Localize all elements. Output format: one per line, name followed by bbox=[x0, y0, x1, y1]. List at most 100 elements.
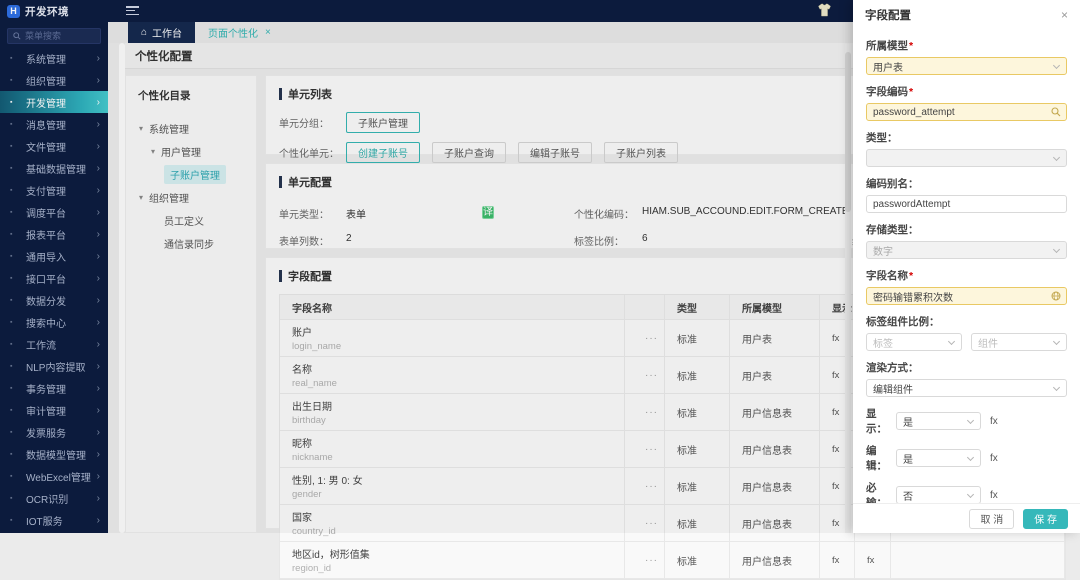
personalization-directory-panel: 个性化目录 ▾系统管理 ▾用户管理 子账户管理 ▾组织管理 员工定义 通信录同步 bbox=[125, 75, 257, 533]
tree-panel-title: 个性化目录 bbox=[126, 76, 256, 103]
edit-fx-link[interactable]: fx bbox=[990, 453, 998, 464]
field-code-input[interactable] bbox=[866, 103, 1067, 121]
sidebar-item-16[interactable]: ▪审计管理› bbox=[0, 399, 108, 421]
tree-node-contacts-sync[interactable]: 通信录同步 bbox=[126, 232, 256, 255]
unit-group-button[interactable]: 子账户管理 bbox=[346, 112, 420, 133]
tree-expand-icon[interactable]: ▾ bbox=[148, 147, 158, 156]
label-ratio-select[interactable]: 标签 bbox=[866, 333, 962, 351]
logo-icon: H bbox=[7, 5, 20, 18]
model-select[interactable]: 用户表 bbox=[866, 57, 1067, 75]
form-columns-value: 2 bbox=[346, 233, 352, 244]
theme-shirt-icon[interactable] bbox=[817, 3, 832, 17]
unit-button-edit-subaccount[interactable]: 编辑子账号 bbox=[518, 142, 592, 163]
sidebar-item-12[interactable]: ▪搜索中心› bbox=[0, 311, 108, 333]
lookup-search-icon[interactable] bbox=[1051, 107, 1061, 117]
tree-node-employee-def[interactable]: 员工定义 bbox=[126, 209, 256, 232]
field-code-label: 字段编码 bbox=[866, 86, 908, 98]
sidebar-item-17[interactable]: ▪发票服务› bbox=[0, 421, 108, 443]
tab-page-personalization[interactable]: 页面个性化 × bbox=[195, 22, 284, 43]
chevron-right-icon: › bbox=[97, 119, 100, 130]
show-select[interactable]: 是 bbox=[896, 412, 981, 430]
sidebar-item-6[interactable]: ▪支付管理› bbox=[0, 179, 108, 201]
menu-item-icon: ▪ bbox=[10, 77, 19, 84]
sidebar-item-5[interactable]: ▪基础数据管理› bbox=[0, 157, 108, 179]
render-mode-select[interactable]: 编辑组件 bbox=[866, 379, 1067, 397]
edit-label: 编辑： bbox=[866, 443, 896, 473]
content-scrollbar-right[interactable] bbox=[845, 44, 851, 533]
edit-select[interactable]: 是 bbox=[896, 449, 981, 467]
multilang-globe-icon[interactable] bbox=[1051, 291, 1061, 301]
row-more-icon[interactable]: ··· bbox=[625, 394, 665, 430]
row-more-icon[interactable]: ··· bbox=[625, 542, 665, 578]
tab-workbench[interactable]: ⌂ 工作台 bbox=[128, 22, 195, 43]
menu-item-icon: ▪ bbox=[10, 385, 19, 392]
close-tab-icon[interactable]: × bbox=[265, 27, 271, 38]
sidebar-item-21[interactable]: ▪IOT服务› bbox=[0, 509, 108, 531]
row-more-icon[interactable]: ··· bbox=[625, 468, 665, 504]
chevron-right-icon: › bbox=[97, 405, 100, 416]
component-ratio-select[interactable]: 组件 bbox=[971, 333, 1067, 351]
chevron-right-icon: › bbox=[97, 75, 100, 86]
sidebar-item-18[interactable]: ▪数据模型管理› bbox=[0, 443, 108, 465]
row-more-icon[interactable]: ··· bbox=[625, 357, 665, 393]
multilang-badge-icon[interactable]: 译 bbox=[482, 206, 494, 219]
sidebar-item-8[interactable]: ▪报表平台› bbox=[0, 223, 108, 245]
chevron-down-icon bbox=[1053, 154, 1060, 161]
tree-expand-icon[interactable]: ▾ bbox=[136, 124, 146, 133]
sidebar-item-7[interactable]: ▪调度平台› bbox=[0, 201, 108, 223]
unit-button-create-subaccount[interactable]: 创建子账号 bbox=[346, 142, 420, 163]
chevron-down-icon bbox=[1053, 246, 1060, 253]
required-fx-link[interactable]: fx bbox=[990, 490, 998, 501]
type-select-disabled bbox=[866, 149, 1067, 167]
menu-item-icon: ▪ bbox=[10, 209, 19, 216]
unit-button-subaccount-list[interactable]: 子账户列表 bbox=[604, 142, 678, 163]
sidebar-item-3[interactable]: ▪消息管理› bbox=[0, 113, 108, 135]
tree-node-org-mgmt[interactable]: ▾组织管理 bbox=[126, 186, 256, 209]
menu-item-icon: ▪ bbox=[10, 121, 19, 128]
menu-item-icon: ▪ bbox=[10, 99, 19, 106]
sidebar-item-0[interactable]: ▪系统管理› bbox=[0, 47, 108, 69]
menu-item-icon: ▪ bbox=[10, 451, 19, 458]
required-select[interactable]: 否 bbox=[896, 486, 981, 503]
sidebar-item-10[interactable]: ▪接口平台› bbox=[0, 267, 108, 289]
menu-search-input[interactable] bbox=[25, 31, 95, 41]
sidebar-item-4[interactable]: ▪文件管理› bbox=[0, 135, 108, 157]
chevron-right-icon: › bbox=[97, 141, 100, 152]
chevron-right-icon: › bbox=[97, 449, 100, 460]
sidebar-item-1[interactable]: ▪组织管理› bbox=[0, 69, 108, 91]
tree-expand-icon[interactable]: ▾ bbox=[136, 193, 146, 202]
code-alias-input[interactable] bbox=[866, 195, 1067, 213]
fx-edit-link[interactable]: fx bbox=[855, 542, 891, 578]
tree-node-system-mgmt[interactable]: ▾系统管理 bbox=[126, 117, 256, 140]
chevron-right-icon: › bbox=[97, 295, 100, 306]
unit-button-query-subaccount[interactable]: 子账户查询 bbox=[432, 142, 506, 163]
fx-show-link[interactable]: fx bbox=[820, 542, 855, 578]
sidebar-item-2-active[interactable]: ▪开发管理› bbox=[0, 91, 108, 113]
sidebar-item-9[interactable]: ▪通用导入› bbox=[0, 245, 108, 267]
required-label: 必输： bbox=[866, 480, 896, 503]
sidebar-item-20[interactable]: ▪OCR识别› bbox=[0, 487, 108, 509]
menu-search-box[interactable] bbox=[7, 28, 101, 44]
tree-node-subaccount-mgmt[interactable]: 子账户管理 bbox=[126, 163, 256, 186]
collapse-menu-icon[interactable] bbox=[126, 6, 139, 16]
menu-item-icon: ▪ bbox=[10, 473, 19, 480]
field-name-input[interactable] bbox=[866, 287, 1067, 305]
sidebar-item-14[interactable]: ▪NLP内容提取› bbox=[0, 355, 108, 377]
show-fx-link[interactable]: fx bbox=[990, 416, 998, 427]
drawer-close-icon[interactable]: × bbox=[1061, 8, 1068, 22]
title-marker bbox=[279, 88, 282, 100]
menu-item-icon: ▪ bbox=[10, 429, 19, 436]
row-more-icon[interactable]: ··· bbox=[625, 431, 665, 467]
save-button[interactable]: 保 存 bbox=[1023, 509, 1068, 529]
row-more-icon[interactable]: ··· bbox=[625, 320, 665, 356]
unit-list-title: 单元列表 bbox=[288, 86, 332, 102]
app-logo: H 开发环境 bbox=[0, 0, 108, 22]
chevron-right-icon: › bbox=[97, 207, 100, 218]
tree-node-user-mgmt[interactable]: ▾用户管理 bbox=[126, 140, 256, 163]
sidebar-item-19[interactable]: ▪WebExcel管理› bbox=[0, 465, 108, 487]
sidebar-item-11[interactable]: ▪数据分发› bbox=[0, 289, 108, 311]
sidebar-item-13[interactable]: ▪工作流› bbox=[0, 333, 108, 355]
row-more-icon[interactable]: ··· bbox=[625, 505, 665, 541]
sidebar-item-15[interactable]: ▪事务管理› bbox=[0, 377, 108, 399]
cancel-button[interactable]: 取 消 bbox=[969, 509, 1014, 529]
